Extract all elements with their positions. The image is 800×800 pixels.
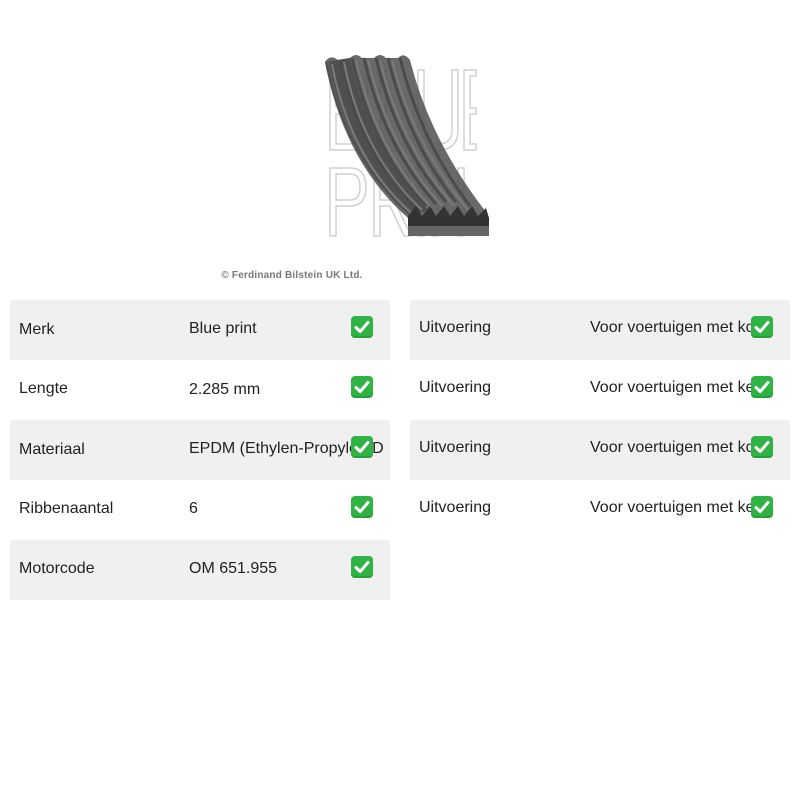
- check-mark-icon: [751, 316, 773, 338]
- spec-label: Materiaal: [19, 441, 85, 458]
- spec-value: 6: [189, 500, 198, 517]
- check-mark-icon: [351, 496, 373, 518]
- v-ribbed-belt-image: [325, 55, 489, 237]
- spec-value: 2.285 mm: [189, 381, 261, 398]
- check-mark-icon: [351, 316, 373, 338]
- spec-label: Lengte: [19, 380, 68, 397]
- spec-value: Voor voertuigen met kon: [590, 439, 764, 456]
- check-mark-icon: [751, 496, 773, 518]
- spec-label: Merk: [19, 321, 55, 338]
- spec-value: Voor voertuigen met kon: [590, 319, 764, 336]
- spec-row: Uitvoering Voor voertuigen met ker: [410, 480, 790, 540]
- spec-label: Uitvoering: [419, 439, 492, 456]
- spec-label: Uitvoering: [419, 319, 492, 336]
- spec-row: Uitvoering Voor voertuigen met kon: [410, 300, 790, 360]
- check-mark-icon: [751, 436, 773, 458]
- check-mark-icon: [351, 376, 373, 398]
- spec-row: Merk Blue print: [10, 300, 390, 360]
- spec-label: Ribbenaantal: [19, 500, 114, 517]
- product-image: [300, 40, 500, 250]
- spec-label: Uitvoering: [419, 499, 492, 516]
- spec-row: Ribbenaantal 6: [10, 480, 390, 540]
- spec-value: Blue print: [189, 320, 257, 337]
- spec-row: Motorcode OM 651.955: [10, 540, 390, 600]
- specs-table-left: Merk Blue print Lengte 2.285 mm Materiaal EPD…: [10, 300, 390, 600]
- spec-value: OM 651.955: [189, 560, 278, 577]
- spec-value: Voor voertuigen met ker: [590, 499, 760, 516]
- page: © Ferdinand Bilstein UK Ltd. Merk Blue pr…: [0, 0, 800, 800]
- spec-label: Motorcode: [19, 560, 95, 577]
- spec-label: Uitvoering: [419, 379, 492, 396]
- check-mark-icon: [351, 556, 373, 578]
- specs-table-right: Uitvoering Voor voertuigen met kon Uitvoer…: [410, 300, 790, 540]
- check-mark-icon: [351, 436, 373, 458]
- spec-row: Uitvoering Voor voertuigen met ker: [410, 360, 790, 420]
- spec-value: Voor voertuigen met ker: [590, 379, 760, 396]
- check-mark-icon: [751, 376, 773, 398]
- spec-row: Uitvoering Voor voertuigen met kon: [410, 420, 790, 480]
- copyright-notice: © Ferdinand Bilstein UK Ltd.: [221, 270, 363, 281]
- spec-row: Lengte 2.285 mm: [10, 360, 390, 420]
- spec-row: Materiaal EPDM (Ethylen-Propylen-D: [10, 420, 390, 480]
